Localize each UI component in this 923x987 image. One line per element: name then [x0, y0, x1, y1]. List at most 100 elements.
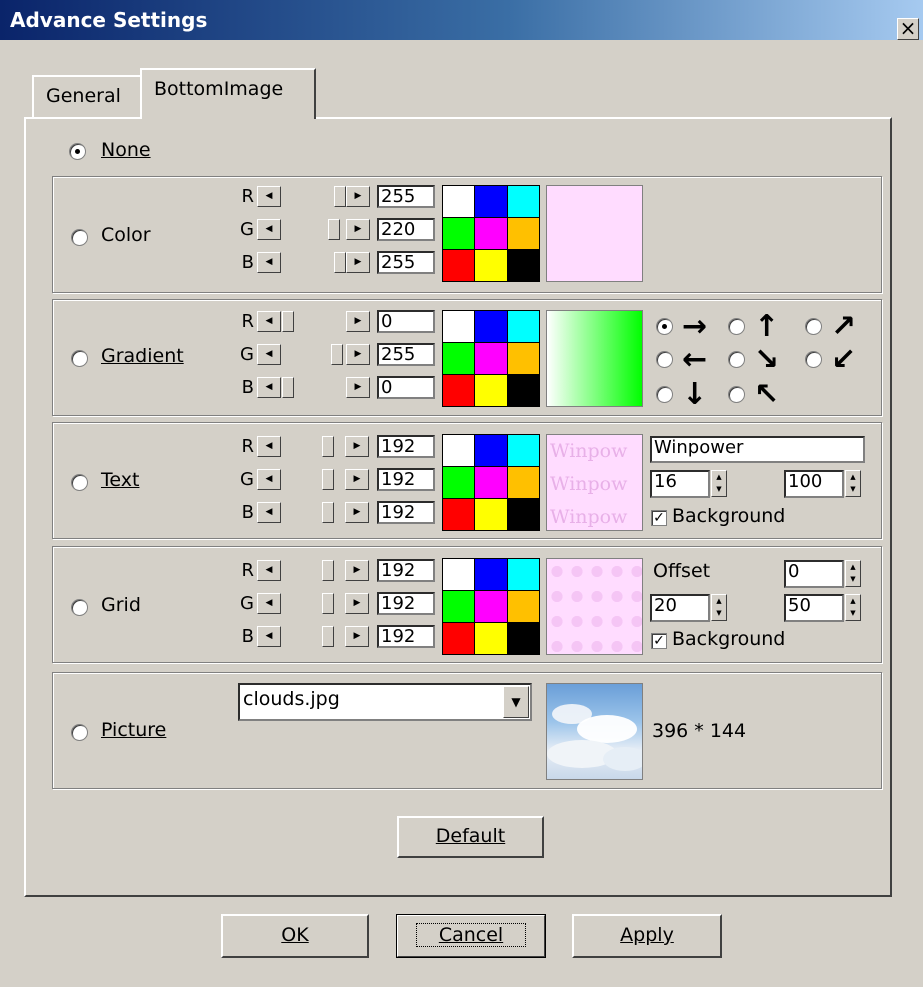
picture-select[interactable]: clouds.jpg ▼ — [238, 683, 532, 721]
palette-swatch[interactable] — [443, 559, 475, 590]
grid-height-input[interactable]: 50 — [784, 594, 844, 622]
palette-swatch[interactable] — [443, 499, 475, 530]
gradient-direction-radio[interactable] — [728, 351, 745, 368]
palette-swatch[interactable] — [443, 623, 475, 654]
scroll-left-button[interactable]: ◀ — [257, 436, 281, 457]
grid-width-input[interactable]: 20 — [650, 594, 710, 622]
scroll-left-button[interactable]: ◀ — [257, 377, 281, 398]
palette-swatch[interactable] — [507, 591, 539, 622]
scroll-right-button[interactable]: ▶ — [346, 311, 370, 332]
palette-swatch[interactable] — [507, 499, 539, 530]
palette-swatch[interactable] — [443, 250, 475, 281]
palette-swatch[interactable] — [507, 250, 539, 281]
scroll-left-button[interactable]: ◀ — [257, 219, 281, 240]
slider-thumb[interactable] — [322, 560, 334, 581]
palette-swatch[interactable] — [443, 467, 475, 498]
palette-swatch[interactable] — [475, 375, 507, 406]
palette-swatch[interactable] — [507, 311, 539, 342]
palette-swatch[interactable] — [475, 343, 507, 374]
slider-thumb[interactable] — [322, 593, 334, 614]
palette-swatch[interactable] — [443, 311, 475, 342]
palette-swatch[interactable] — [475, 591, 507, 622]
text-radio[interactable] — [71, 474, 88, 491]
apply-button[interactable]: Apply — [572, 914, 722, 958]
grid-palette[interactable] — [442, 558, 540, 655]
tab-general[interactable]: General — [32, 75, 144, 117]
palette-swatch[interactable] — [507, 186, 539, 217]
gradient-direction-radio[interactable] — [728, 386, 745, 403]
palette-swatch[interactable] — [475, 559, 507, 590]
scroll-right-button[interactable]: ▶ — [345, 502, 369, 523]
text-content-input[interactable]: Winpower — [650, 436, 865, 463]
palette-swatch[interactable] — [507, 623, 539, 654]
offset-input[interactable]: 0 — [784, 560, 844, 588]
gradient-palette[interactable] — [442, 310, 540, 407]
channel-value-input[interactable]: 192 — [377, 625, 435, 648]
palette-swatch[interactable] — [475, 435, 507, 466]
scroll-left-button[interactable]: ◀ — [257, 344, 281, 365]
slider-thumb[interactable] — [322, 502, 334, 523]
text-palette[interactable] — [442, 434, 540, 531]
palette-swatch[interactable] — [443, 186, 475, 217]
channel-value-input[interactable]: 255 — [377, 343, 435, 366]
scroll-left-button[interactable]: ◀ — [257, 626, 281, 647]
channel-value-input[interactable]: 192 — [377, 435, 435, 458]
palette-swatch[interactable] — [507, 343, 539, 374]
channel-value-input[interactable]: 192 — [377, 468, 435, 491]
gradient-radio[interactable] — [71, 350, 88, 367]
grid-height-spinner[interactable]: ▲ ▼ — [845, 594, 861, 621]
palette-swatch[interactable] — [475, 311, 507, 342]
channel-value-input[interactable]: 0 — [377, 376, 435, 399]
channel-value-input[interactable]: 255 — [377, 251, 435, 274]
channel-value-input[interactable]: 192 — [377, 559, 435, 582]
close-button[interactable]: × — [897, 18, 919, 40]
slider-thumb[interactable] — [328, 219, 340, 240]
scroll-left-button[interactable]: ◀ — [257, 252, 281, 273]
slider-thumb[interactable] — [322, 436, 334, 457]
palette-swatch[interactable] — [507, 375, 539, 406]
scroll-right-button[interactable]: ▶ — [346, 252, 370, 273]
gradient-direction-radio[interactable] — [656, 386, 673, 403]
dropdown-arrow-icon[interactable]: ▼ — [503, 686, 529, 718]
palette-swatch[interactable] — [443, 375, 475, 406]
font-size-input[interactable]: 16 — [650, 470, 710, 498]
cancel-button[interactable]: Cancel — [396, 914, 546, 958]
scroll-right-button[interactable]: ▶ — [345, 560, 369, 581]
gradient-direction-radio[interactable] — [805, 318, 822, 335]
gradient-direction-radio[interactable] — [805, 351, 822, 368]
palette-swatch[interactable] — [507, 435, 539, 466]
palette-swatch[interactable] — [475, 467, 507, 498]
scroll-right-button[interactable]: ▶ — [346, 219, 370, 240]
palette-swatch[interactable] — [475, 218, 507, 249]
palette-swatch[interactable] — [507, 559, 539, 590]
scroll-right-button[interactable]: ▶ — [346, 186, 370, 207]
channel-value-input[interactable]: 192 — [377, 592, 435, 615]
grid-width-spinner[interactable]: ▲ ▼ — [711, 594, 727, 621]
palette-swatch[interactable] — [507, 467, 539, 498]
scroll-right-button[interactable]: ▶ — [346, 344, 370, 365]
channel-value-input[interactable]: 255 — [377, 185, 435, 208]
palette-swatch[interactable] — [507, 218, 539, 249]
channel-value-input[interactable]: 0 — [377, 310, 435, 333]
slider-thumb[interactable] — [282, 311, 294, 332]
text-alpha-input[interactable]: 100 — [784, 470, 844, 498]
channel-value-input[interactable]: 220 — [377, 218, 435, 241]
text-background-checkbox[interactable]: ✓ — [651, 510, 667, 526]
scroll-right-button[interactable]: ▶ — [345, 469, 369, 490]
palette-swatch[interactable] — [443, 343, 475, 374]
slider-thumb[interactable] — [334, 252, 346, 273]
channel-value-input[interactable]: 192 — [377, 501, 435, 524]
scroll-right-button[interactable]: ▶ — [345, 593, 369, 614]
scroll-left-button[interactable]: ◀ — [257, 311, 281, 332]
palette-swatch[interactable] — [475, 499, 507, 530]
slider-thumb[interactable] — [322, 626, 334, 647]
gradient-direction-radio[interactable] — [728, 318, 745, 335]
tab-bottomimage[interactable]: BottomImage — [140, 68, 316, 119]
scroll-left-button[interactable]: ◀ — [257, 593, 281, 614]
scroll-left-button[interactable]: ◀ — [257, 502, 281, 523]
color-radio[interactable] — [71, 229, 88, 246]
palette-swatch[interactable] — [475, 623, 507, 654]
gradient-direction-radio[interactable] — [656, 318, 673, 335]
slider-thumb[interactable] — [322, 469, 334, 490]
scroll-left-button[interactable]: ◀ — [257, 560, 281, 581]
